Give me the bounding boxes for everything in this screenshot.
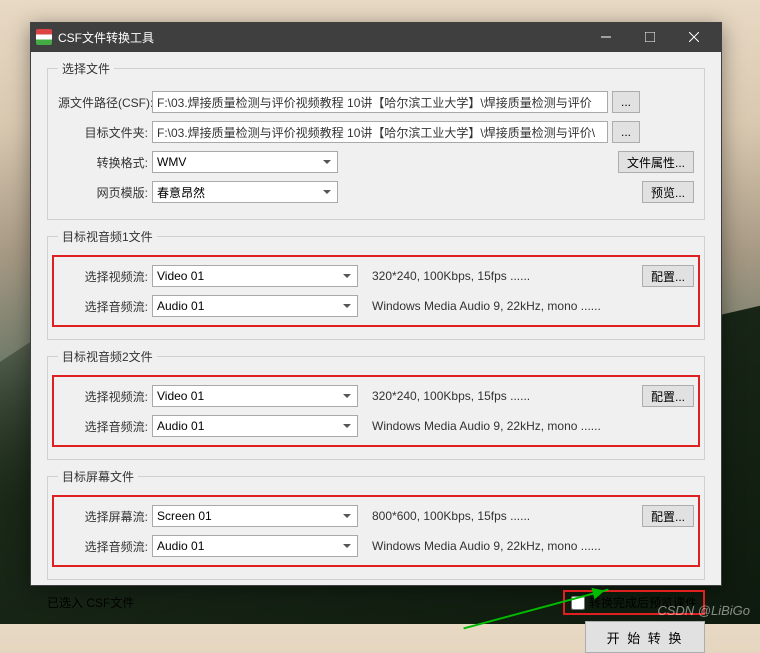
maximize-button[interactable] [628,23,672,51]
start-convert-button[interactable]: 开 始 转 换 [585,621,705,653]
preview-button[interactable]: 预览... [642,181,694,203]
audio-label: 选择音频流: [58,418,152,435]
audio-info: Windows Media Audio 9, 22kHz, mono .....… [372,299,694,313]
tpl-label: 网页模版: [58,184,152,201]
audio-select[interactable]: Audio 01 [152,535,358,557]
config-button[interactable]: 配置... [642,385,694,407]
audio-label: 选择音频流: [58,298,152,315]
group-select-file: 选择文件 源文件路径(CSF): ... 目标文件夹: ... 转换格式: WM… [47,60,705,220]
video-info: 320*240, 100Kbps, 15fps ...... [372,389,638,403]
highlight-box: 选择屏幕流: Screen 01 800*600, 100Kbps, 15fps… [52,495,700,567]
audio-select[interactable]: Audio 01 [152,415,358,437]
client-area: 选择文件 源文件路径(CSF): ... 目标文件夹: ... 转换格式: WM… [31,52,721,585]
window-title: CSF文件转换工具 [58,29,584,46]
audio-label: 选择音频流: [58,538,152,555]
video-select[interactable]: Video 01 [152,265,358,287]
video-label: 选择视频流: [58,268,152,285]
watermark: CSDN @LiBiGo [657,603,750,618]
audio-info: Windows Media Audio 9, 22kHz, mono .....… [372,419,694,433]
screen-info: 800*600, 100Kbps, 15fps ...... [372,509,638,523]
audio-select[interactable]: Audio 01 [152,295,358,317]
group-av1: 目标视音频1文件 选择视频流: Video 01 320*240, 100Kbp… [47,228,705,340]
titlebar: CSF文件转换工具 [30,22,722,52]
dst-label: 目标文件夹: [58,124,152,141]
dst-path-input[interactable] [152,121,608,143]
highlight-box: 选择视频流: Video 01 320*240, 100Kbps, 15fps … [52,375,700,447]
dst-browse-button[interactable]: ... [612,121,640,143]
template-select[interactable]: 春意昂然 [152,181,338,203]
loaded-label: 已选入 CSF文件 [47,594,134,611]
config-button[interactable]: 配置... [642,505,694,527]
file-props-button[interactable]: 文件属性... [618,151,694,173]
minimize-button[interactable] [584,23,628,51]
group-av2: 目标视音频2文件 选择视频流: Video 01 320*240, 100Kbp… [47,348,705,460]
src-browse-button[interactable]: ... [612,91,640,113]
app-icon [36,29,52,45]
audio-info: Windows Media Audio 9, 22kHz, mono .....… [372,539,694,553]
group-legend: 目标屏幕文件 [58,468,138,485]
fmt-label: 转换格式: [58,154,152,171]
src-path-input[interactable] [152,91,608,113]
src-label: 源文件路径(CSF): [58,94,152,111]
screen-select[interactable]: Screen 01 [152,505,358,527]
video-info: 320*240, 100Kbps, 15fps ...... [372,269,638,283]
screen-label: 选择屏幕流: [58,508,152,525]
format-select[interactable]: WMV [152,151,338,173]
group-legend: 选择文件 [58,60,114,77]
app-window: CSF文件转换工具 选择文件 源文件路径(CSF): ... 目标文件夹: ..… [30,22,722,586]
group-legend: 目标视音频2文件 [58,348,157,365]
group-legend: 目标视音频1文件 [58,228,157,245]
highlight-box: 选择视频流: Video 01 320*240, 100Kbps, 15fps … [52,255,700,327]
group-screen: 目标屏幕文件 选择屏幕流: Screen 01 800*600, 100Kbps… [47,468,705,580]
video-select[interactable]: Video 01 [152,385,358,407]
video-label: 选择视频流: [58,388,152,405]
close-button[interactable] [672,23,716,51]
config-button[interactable]: 配置... [642,265,694,287]
